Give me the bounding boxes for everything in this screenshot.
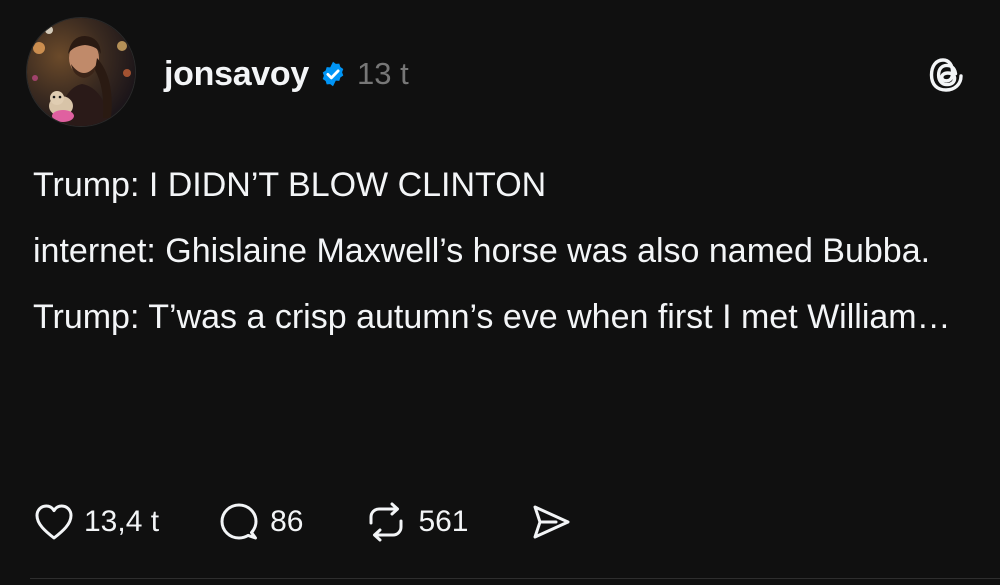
avatar-image xyxy=(27,18,135,126)
heart-icon xyxy=(33,502,75,542)
speech-bubble-icon xyxy=(217,501,261,543)
post-divider xyxy=(30,578,1000,579)
share-button[interactable] xyxy=(529,502,573,542)
like-count: 13,4 t xyxy=(84,505,160,538)
threads-post: jonsavoy 13 t Trump: I DIDN’T BLOW CLINT… xyxy=(0,0,1000,585)
threads-logo-icon[interactable] xyxy=(928,55,966,95)
repost-count: 561 xyxy=(418,505,469,538)
post-paragraph: Trump: I DIDN’T BLOW CLINTON xyxy=(33,166,547,204)
repost-icon xyxy=(363,501,409,543)
verified-badge-icon xyxy=(319,60,347,88)
post-body: Trump: I DIDN’T BLOW CLINTON internet: G… xyxy=(33,160,953,358)
post-paragraph: internet: Ghislaine Maxwell’s horse was … xyxy=(33,232,931,270)
post-paragraph: Trump: T’was a crisp autumn’s eve when f… xyxy=(33,298,951,336)
like-button[interactable]: 13,4 t xyxy=(33,502,159,542)
post-actions: 13,4 t 86 561 xyxy=(33,497,573,547)
reply-button[interactable]: 86 xyxy=(217,501,303,543)
repost-button[interactable]: 561 xyxy=(363,501,469,543)
reply-count: 86 xyxy=(270,505,304,538)
post-timestamp: 13 t xyxy=(357,56,409,91)
avatar[interactable] xyxy=(26,17,136,127)
send-icon xyxy=(529,502,573,542)
username[interactable]: jonsavoy xyxy=(164,55,309,94)
post-header: jonsavoy 13 t xyxy=(164,50,409,98)
